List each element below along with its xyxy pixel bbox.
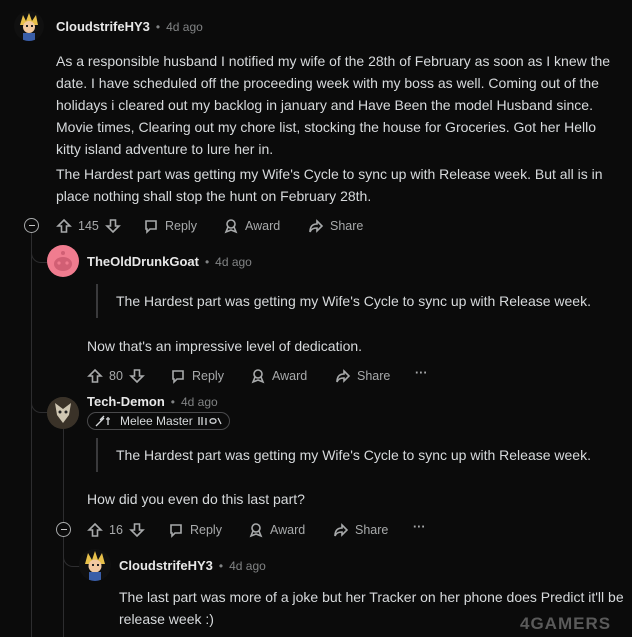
username[interactable]: CloudstrifeHY3 xyxy=(119,558,213,573)
share-button[interactable]: Share xyxy=(308,218,363,234)
downvote-icon[interactable] xyxy=(128,522,145,538)
timestamp[interactable]: 4d ago xyxy=(215,255,252,269)
upvote-icon[interactable] xyxy=(56,218,72,234)
reply-button[interactable]: Reply xyxy=(143,218,197,234)
comment-paragraph-2: The Hardest part was getting my Wife's C… xyxy=(56,166,603,204)
reply-label: Reply xyxy=(192,369,224,383)
collapse-button[interactable] xyxy=(56,522,71,537)
share-label: Share xyxy=(355,523,389,537)
username[interactable]: TheOldDrunkGoat xyxy=(87,254,199,269)
meta-separator: • xyxy=(204,254,210,269)
award-icon xyxy=(249,523,263,538)
reply-button[interactable]: Reply xyxy=(170,368,224,384)
more-options-button[interactable]: ··· xyxy=(413,520,426,534)
reply-button[interactable]: Reply xyxy=(168,522,222,538)
meta-separator: • xyxy=(170,394,175,409)
avatar[interactable] xyxy=(14,11,44,41)
cloud-avatar-icon xyxy=(20,13,38,41)
timestamp[interactable]: 4d ago xyxy=(166,20,203,34)
share-button[interactable]: Share xyxy=(333,522,388,538)
award-icon xyxy=(224,219,238,234)
award-button[interactable]: Award xyxy=(250,368,307,384)
award-label: Award xyxy=(245,219,281,233)
more-icon: ··· xyxy=(415,366,428,380)
comment-text: Now that's an impressive level of dedica… xyxy=(87,338,363,354)
thread-connector-3 xyxy=(63,548,80,567)
reply-icon xyxy=(145,220,157,234)
timestamp[interactable]: 4d ago xyxy=(229,559,266,573)
avatar[interactable] xyxy=(47,397,79,429)
vote-group: 16 xyxy=(87,522,145,538)
award-button[interactable]: Award xyxy=(223,218,280,234)
thread-connector-2 xyxy=(31,396,48,413)
thread-connector-1 xyxy=(31,244,48,263)
avatar[interactable] xyxy=(47,245,79,277)
share-label: Share xyxy=(357,369,391,383)
more-icon: ··· xyxy=(413,520,426,534)
meta-separator: • xyxy=(218,558,224,573)
reply-icon xyxy=(170,524,182,538)
demon-avatar-icon xyxy=(47,397,79,429)
award-button[interactable]: Award xyxy=(248,522,305,538)
award-label: Award xyxy=(270,523,306,537)
share-icon xyxy=(334,523,349,537)
downvote-icon[interactable] xyxy=(104,218,121,234)
award-label: Award xyxy=(272,369,308,383)
share-button[interactable]: Share xyxy=(335,368,390,384)
username[interactable]: Tech-Demon xyxy=(87,394,165,409)
downvote-icon[interactable] xyxy=(128,368,145,384)
flair-label: Melee Master xyxy=(120,414,193,428)
reply-icon xyxy=(172,370,184,384)
more-options-button[interactable]: ··· xyxy=(415,366,428,380)
collapse-button[interactable] xyxy=(24,218,39,233)
share-icon xyxy=(336,369,351,383)
vote-group: 80 xyxy=(87,368,145,384)
reply-label: Reply xyxy=(190,523,222,537)
blockquote: The Hardest part was getting my Wife's C… xyxy=(96,438,616,472)
share-label: Share xyxy=(330,219,364,233)
snoo-avatar-icon xyxy=(54,251,72,271)
timestamp[interactable]: 4d ago xyxy=(181,395,218,409)
vote-count: 145 xyxy=(78,219,99,233)
watermark-logo: 4GAMERS xyxy=(520,614,612,633)
upvote-icon[interactable] xyxy=(87,522,103,538)
sword-icon xyxy=(95,415,110,427)
user-flair: Melee Master xyxy=(87,412,230,430)
thread-line-main xyxy=(31,232,32,637)
vote-count: 80 xyxy=(109,369,123,383)
cloud-avatar-icon xyxy=(85,551,105,581)
meta-separator: • xyxy=(155,19,161,34)
comment-paragraph-1: As a responsible husband I notified my w… xyxy=(56,53,611,157)
comment-text: How did you even do this last part? xyxy=(87,491,305,507)
flair-emoji-icon xyxy=(198,417,222,425)
share-icon xyxy=(309,219,324,233)
avatar[interactable] xyxy=(79,549,111,581)
award-icon xyxy=(251,369,265,384)
vote-count: 16 xyxy=(109,523,123,537)
reply-label: Reply xyxy=(165,219,197,233)
vote-group: 145 xyxy=(56,218,121,234)
username[interactable]: CloudstrifeHY3 xyxy=(56,19,150,34)
upvote-icon[interactable] xyxy=(87,368,103,384)
blockquote: The Hardest part was getting my Wife's C… xyxy=(96,284,616,318)
